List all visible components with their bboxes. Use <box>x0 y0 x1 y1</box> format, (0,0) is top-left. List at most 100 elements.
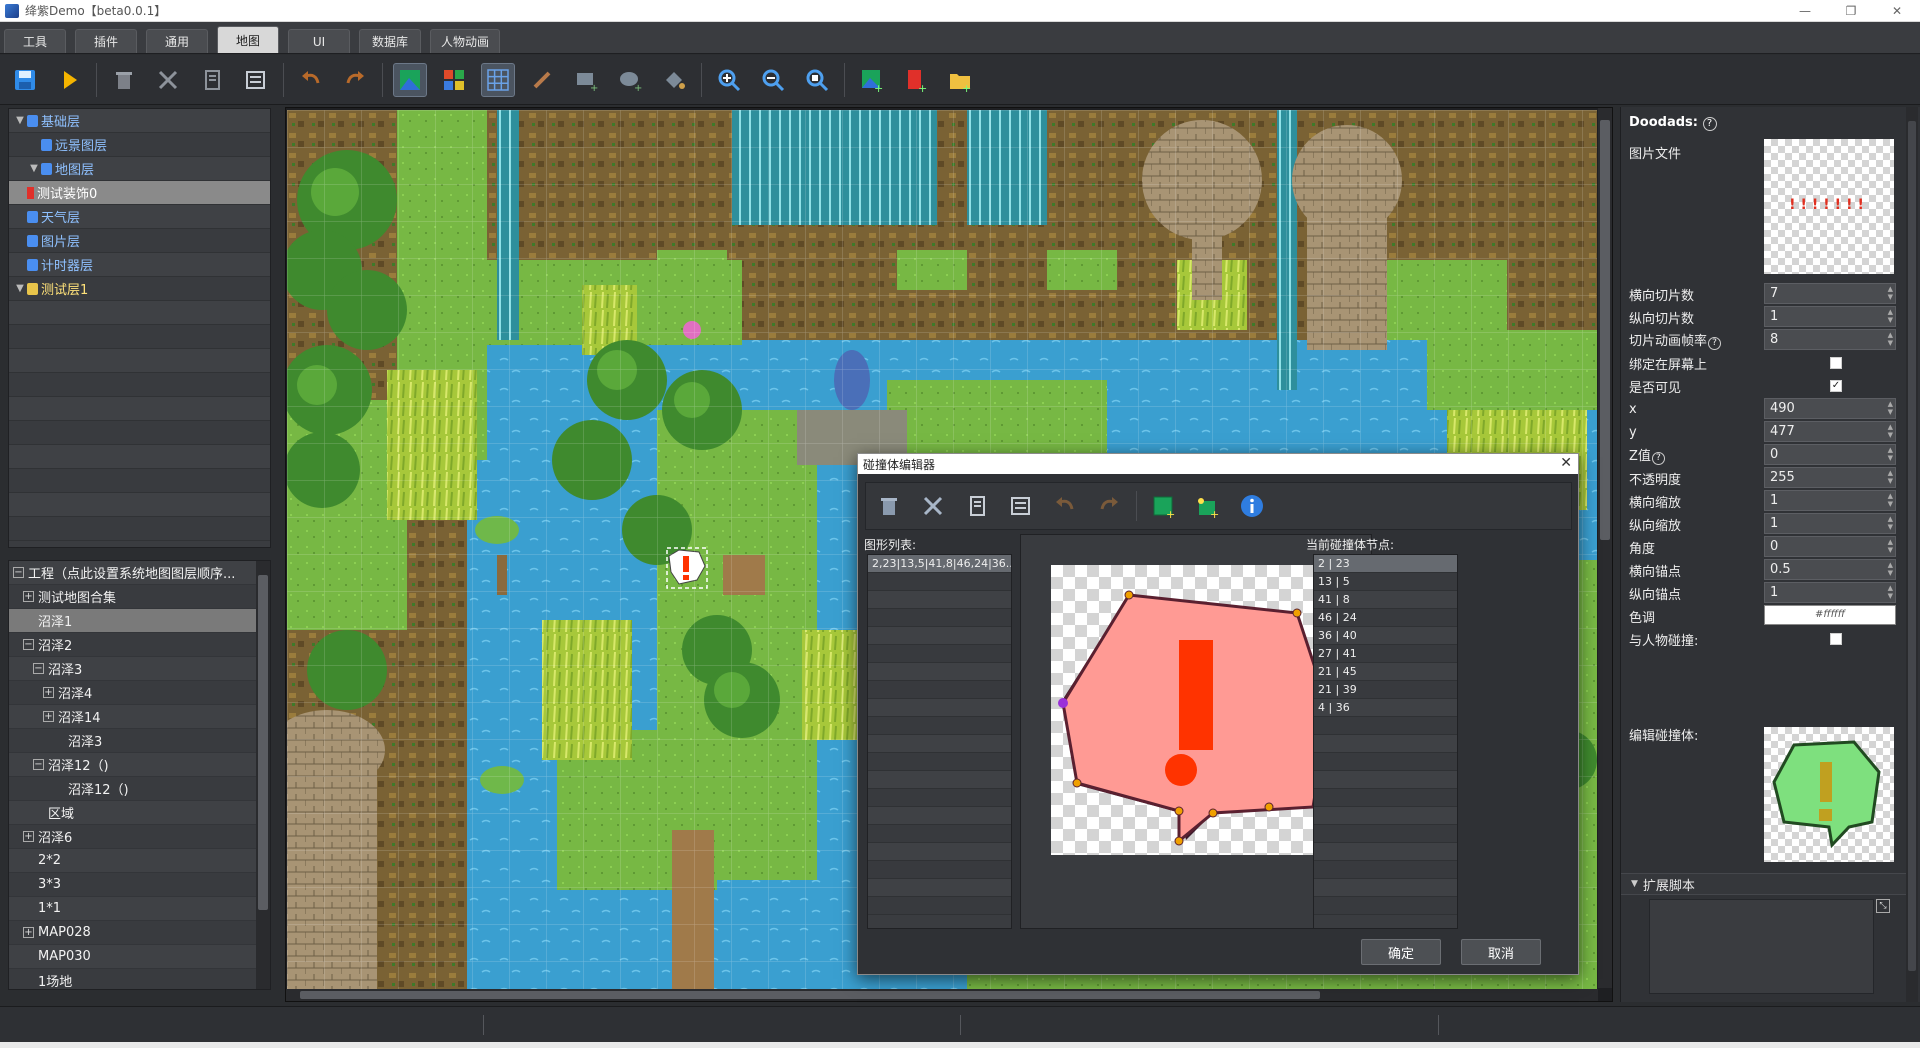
cancel-button[interactable]: 取消 <box>1461 939 1541 965</box>
paste-icon[interactable] <box>239 63 273 97</box>
map-layer-icon[interactable] <box>393 62 427 97</box>
property-spinbox[interactable]: 1 ▲ ▼ <box>1764 306 1896 327</box>
tile-number-icon[interactable] <box>437 63 471 97</box>
layer-row[interactable]: ▼ 基础层 <box>9 109 270 133</box>
node-list-item[interactable]: 4 | 36 <box>1314 699 1457 717</box>
info-icon[interactable] <box>1235 489 1269 523</box>
restore-button[interactable]: ❐ <box>1828 0 1874 22</box>
fill-icon[interactable] <box>657 63 691 97</box>
expand-icon[interactable]: + <box>43 687 54 698</box>
tab-database[interactable]: 数据库 <box>359 29 421 53</box>
collapse-icon[interactable]: − <box>13 567 24 578</box>
ok-button[interactable]: 确定 <box>1361 939 1441 965</box>
paste-icon[interactable] <box>1004 489 1038 523</box>
spin-arrows-icon[interactable]: ▲ ▼ <box>1888 538 1893 554</box>
delete-icon[interactable] <box>872 489 906 523</box>
pencil-icon[interactable] <box>525 63 559 97</box>
tree-item[interactable]: 2*2 <box>9 849 258 873</box>
expand-arrow-icon[interactable]: ▼ <box>27 163 41 174</box>
layer-row[interactable]: 计时器层 <box>9 253 270 277</box>
delete-icon[interactable] <box>107 63 141 97</box>
layer-row[interactable]: 远景图层 <box>9 133 270 157</box>
node-list-item[interactable]: 46 | 24 <box>1314 609 1457 627</box>
shape-list-item[interactable]: 2,23|13,5|41,8|46,24|36... <box>868 555 1011 573</box>
tree-item[interactable]: + 沼泽14 <box>9 705 258 729</box>
tree-item[interactable]: − 沼泽2 <box>9 633 258 657</box>
property-spinbox[interactable]: 477 ▲ ▼ <box>1764 421 1896 442</box>
spin-arrows-icon[interactable]: ▲ ▼ <box>1888 469 1893 485</box>
redo-icon[interactable] <box>338 63 372 97</box>
cut-icon[interactable] <box>151 63 185 97</box>
spin-arrows-icon[interactable]: ▲ ▼ <box>1888 308 1893 324</box>
map-horizontal-scrollbar[interactable] <box>286 989 1598 1001</box>
tree-item[interactable]: + 沼泽4 <box>9 681 258 705</box>
property-checkbox[interactable]: ✓ <box>1830 380 1842 392</box>
add-node-icon[interactable]: + <box>1191 489 1225 523</box>
expand-arrow-icon[interactable]: ▼ <box>13 115 27 126</box>
zoom-in-icon[interactable] <box>712 63 746 97</box>
ellipse-icon[interactable]: + <box>613 63 647 97</box>
script-editor[interactable] <box>1649 899 1874 994</box>
help-icon[interactable]: ? <box>1702 117 1717 131</box>
tab-map[interactable]: 地图 <box>217 26 279 53</box>
add-folder-icon[interactable]: + <box>943 63 977 97</box>
expand-icon[interactable]: + <box>23 591 34 602</box>
spin-arrows-icon[interactable]: ▲ ▼ <box>1888 561 1893 577</box>
help-icon[interactable]: ? <box>1708 337 1722 350</box>
collapse-icon[interactable]: − <box>33 759 44 770</box>
zoom-out-icon[interactable] <box>756 63 790 97</box>
spin-arrows-icon[interactable]: ▲ ▼ <box>1888 584 1893 600</box>
tab-tools[interactable]: 工具 <box>4 29 66 53</box>
property-spinbox[interactable]: 490 ▲ ▼ <box>1764 398 1896 419</box>
collision-preview-image[interactable] <box>1051 565 1341 855</box>
undo-icon[interactable] <box>294 63 328 97</box>
add-event-icon[interactable]: + <box>899 63 933 97</box>
collapse-icon[interactable]: − <box>33 663 44 674</box>
tree-item[interactable]: − 工程（点此设置系统地图图层顺序... <box>9 561 258 585</box>
expand-icon[interactable]: ⤡ <box>1876 899 1890 913</box>
image-file-preview[interactable]: !!!!!!! <box>1764 139 1894 274</box>
layer-row[interactable]: ▼ 测试层1 <box>9 277 270 301</box>
map-vertical-scrollbar[interactable] <box>1598 108 1612 988</box>
tab-plugins[interactable]: 插件 <box>75 29 137 53</box>
close-button[interactable]: ✕ <box>1874 0 1920 22</box>
tree-item[interactable]: 沼泽12（) <box>9 777 258 801</box>
node-list-item[interactable]: 21 | 39 <box>1314 681 1457 699</box>
project-tree-scrollbar[interactable] <box>256 561 270 989</box>
grid-icon[interactable] <box>481 62 515 97</box>
tree-item[interactable]: + MAP028 <box>9 921 258 945</box>
zoom-fit-icon[interactable] <box>800 63 834 97</box>
node-list-item[interactable]: 41 | 8 <box>1314 591 1457 609</box>
tree-item[interactable]: 沼泽3 <box>9 729 258 753</box>
copy-icon[interactable] <box>960 489 994 523</box>
expand-arrow-icon[interactable]: ▼ <box>13 283 27 294</box>
layer-row[interactable]: 图片层 <box>9 229 270 253</box>
play-icon[interactable] <box>52 63 86 97</box>
property-spinbox[interactable]: 1 ▲ ▼ <box>1764 513 1896 534</box>
node-list-item[interactable]: 27 | 41 <box>1314 645 1457 663</box>
property-checkbox[interactable] <box>1830 633 1842 645</box>
color-swatch[interactable]: #ffffff <box>1764 605 1896 625</box>
dialog-close-button[interactable]: ✕ <box>1560 455 1572 471</box>
copy-icon[interactable] <box>195 63 229 97</box>
redo-icon[interactable] <box>1092 489 1126 523</box>
tree-item[interactable]: + 沼泽6 <box>9 825 258 849</box>
tree-item[interactable]: 区域 <box>9 801 258 825</box>
expand-icon[interactable]: + <box>23 927 34 938</box>
node-list-item[interactable]: 36 | 40 <box>1314 627 1457 645</box>
tab-general[interactable]: 通用 <box>146 29 208 53</box>
script-section[interactable]: ▼ 扩展脚本 <box>1621 873 1906 895</box>
collapse-icon[interactable]: − <box>23 639 34 650</box>
tab-character-animation[interactable]: 人物动画 <box>430 29 501 53</box>
property-spinbox[interactable]: 1 ▲ ▼ <box>1764 582 1896 603</box>
node-list-item[interactable]: 21 | 45 <box>1314 663 1457 681</box>
spin-arrows-icon[interactable]: ▲ ▼ <box>1888 331 1893 347</box>
layer-row[interactable]: 测试装饰0 <box>9 181 270 205</box>
tree-item[interactable]: + 测试地图合集 <box>9 585 258 609</box>
save-icon[interactable] <box>8 63 42 97</box>
property-spinbox[interactable]: 0 ▲ ▼ <box>1764 444 1896 465</box>
property-spinbox[interactable]: 255 ▲ ▼ <box>1764 467 1896 488</box>
property-spinbox[interactable]: 7 ▲ ▼ <box>1764 283 1896 304</box>
spin-arrows-icon[interactable]: ▲ ▼ <box>1888 285 1893 301</box>
undo-icon[interactable] <box>1048 489 1082 523</box>
